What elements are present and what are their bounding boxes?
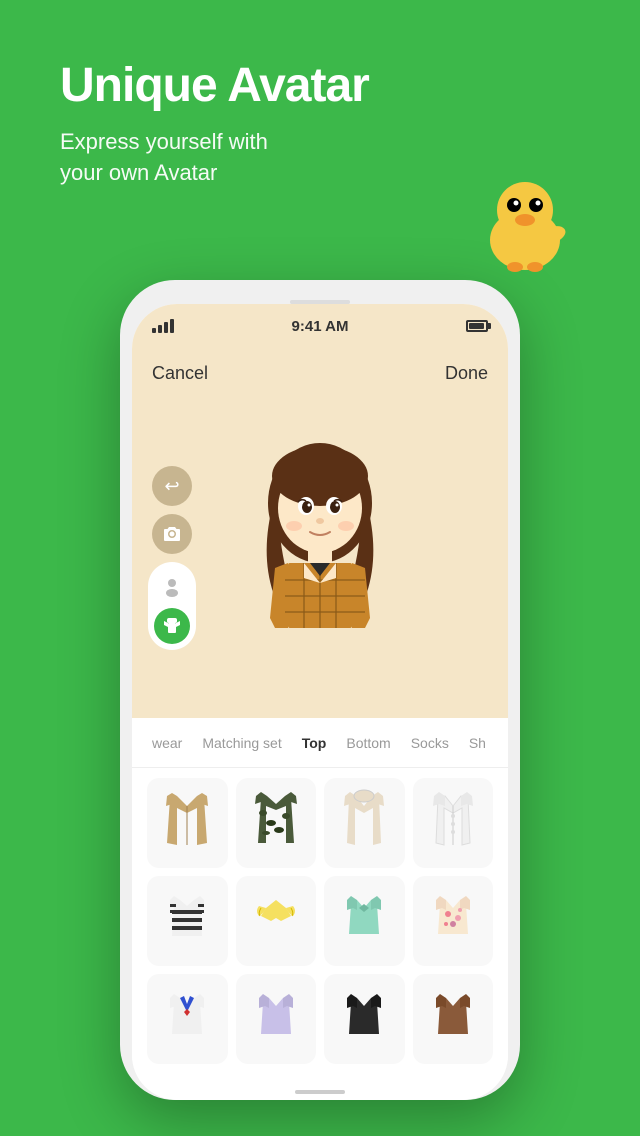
view-toggle: [148, 562, 196, 650]
camera-button[interactable]: [152, 514, 192, 554]
navigation-bar: Cancel Done: [132, 348, 508, 398]
face-view-button[interactable]: [154, 568, 190, 604]
avatar-display: ↩: [132, 398, 508, 718]
undo-button[interactable]: ↩: [152, 466, 192, 506]
hero-title: Unique Avatar: [60, 60, 369, 113]
tab-matching[interactable]: Matching set: [192, 727, 291, 759]
phone-frame: 9:41 AM Cancel Done ↩: [120, 280, 520, 1100]
clothing-row-2: [147, 876, 493, 966]
clothing-item-striped-top[interactable]: [147, 876, 228, 966]
clothing-item-coat-beige[interactable]: [147, 778, 228, 868]
clothing-item-floral-top[interactable]: [413, 876, 494, 966]
avatar-character: [220, 418, 420, 698]
clothing-item-black-top[interactable]: [324, 974, 405, 1064]
hero-section: Unique Avatar Express yourself withyour …: [60, 60, 369, 188]
signal-indicator: [152, 319, 174, 333]
clothing-row-1: [147, 778, 493, 868]
phone-screen: 9:41 AM Cancel Done ↩: [132, 304, 508, 1100]
clothing-item-yellow-crop[interactable]: [236, 876, 317, 966]
tab-bottom[interactable]: Bottom: [336, 727, 400, 759]
clothing-item-camo-jacket[interactable]: [236, 778, 317, 868]
tab-outerwear[interactable]: wear: [142, 727, 192, 759]
done-button[interactable]: Done: [445, 363, 488, 384]
clothing-item-lavender-top[interactable]: [236, 974, 317, 1064]
cancel-button[interactable]: Cancel: [152, 363, 208, 384]
category-tabs: wear Matching set Top Bottom Socks Sh: [132, 718, 508, 768]
status-bar: 9:41 AM: [132, 304, 508, 348]
hero-subtitle: Express yourself withyour own Avatar: [60, 127, 369, 189]
clothing-grid: [132, 768, 508, 1084]
clothing-row-3: [147, 974, 493, 1064]
tab-shoes[interactable]: Sh: [459, 727, 496, 759]
battery-indicator: [466, 320, 488, 332]
clothing-item-brown-top[interactable]: [413, 974, 494, 1064]
clothing-item-mint-top[interactable]: [324, 876, 405, 966]
tab-top[interactable]: Top: [292, 727, 337, 759]
clothing-item-sailor-top[interactable]: [147, 974, 228, 1064]
clothing-item-coat-cream[interactable]: [324, 778, 405, 868]
tab-socks[interactable]: Socks: [401, 727, 459, 759]
side-controls: ↩: [148, 466, 196, 650]
duck-mascot: [470, 170, 580, 280]
home-indicator: [295, 1090, 345, 1094]
clothing-item-coat-white[interactable]: [413, 778, 494, 868]
outfit-view-button[interactable]: [154, 608, 190, 644]
status-time: 9:41 AM: [292, 318, 349, 335]
